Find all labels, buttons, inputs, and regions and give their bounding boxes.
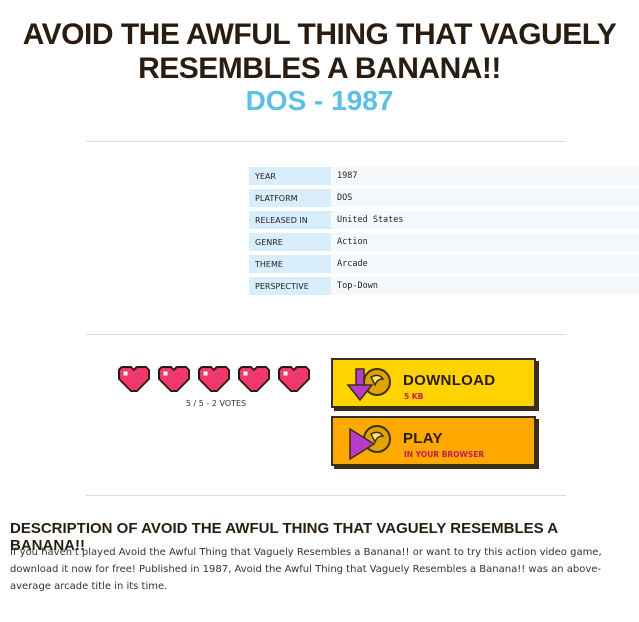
heart-icon[interactable] <box>156 364 192 394</box>
info-label: PLATFORM <box>249 189 331 207</box>
info-row-released: RELEASED IN United States <box>249 211 639 229</box>
rating-hearts[interactable] <box>116 364 316 396</box>
info-row-platform: PLATFORM DOS <box>249 189 639 207</box>
play-button[interactable]: PLAY IN YOUR BROWSER <box>331 416 536 466</box>
download-arrow-icon <box>346 368 391 402</box>
info-label: PERSPECTIVE <box>249 277 331 295</box>
info-label: THEME <box>249 255 331 273</box>
info-value: DOS <box>331 189 639 207</box>
heart-icon[interactable] <box>116 364 152 394</box>
play-sub-label: IN YOUR BROWSER <box>404 450 485 459</box>
download-size: 5 KB <box>404 392 424 401</box>
info-value: United States <box>331 211 639 229</box>
info-label: YEAR <box>249 167 331 185</box>
description-text: If you haven't played Avoid the Awful Th… <box>10 547 602 592</box>
info-row-theme: THEME Arcade <box>249 255 639 273</box>
heart-icon[interactable] <box>196 364 232 394</box>
play-triangle-icon <box>349 425 391 461</box>
heart-icon[interactable] <box>236 364 272 394</box>
download-button[interactable]: DOWNLOAD 5 KB <box>331 358 536 408</box>
votes-text: 5 / 5 - 2 VOTES <box>185 399 247 408</box>
play-label: PLAY <box>403 430 443 447</box>
info-value: 1987 <box>331 167 639 185</box>
download-label: DOWNLOAD <box>403 372 496 389</box>
info-row-perspective: PERSPECTIVE Top-Down <box>249 277 639 295</box>
info-value: Action <box>331 233 639 251</box>
info-row-genre: GENRE Action <box>249 233 639 251</box>
heart-icon[interactable] <box>276 364 312 394</box>
info-value: Arcade <box>331 255 639 273</box>
game-info-table: YEAR 1987 PLATFORM DOS RELEASED IN Unite… <box>249 163 639 299</box>
info-label: RELEASED IN <box>249 211 331 229</box>
page-title: AVOID THE AWFUL THING THAT VAGUELY RESEM… <box>22 18 617 85</box>
info-label: GENRE <box>249 233 331 251</box>
divider <box>86 495 566 496</box>
divider <box>86 334 566 335</box>
info-row-year: YEAR 1987 <box>249 167 639 185</box>
platform-year-subtitle: DOS - 1987 <box>245 85 394 116</box>
divider <box>86 141 566 142</box>
info-value: Top-Down <box>331 277 639 295</box>
